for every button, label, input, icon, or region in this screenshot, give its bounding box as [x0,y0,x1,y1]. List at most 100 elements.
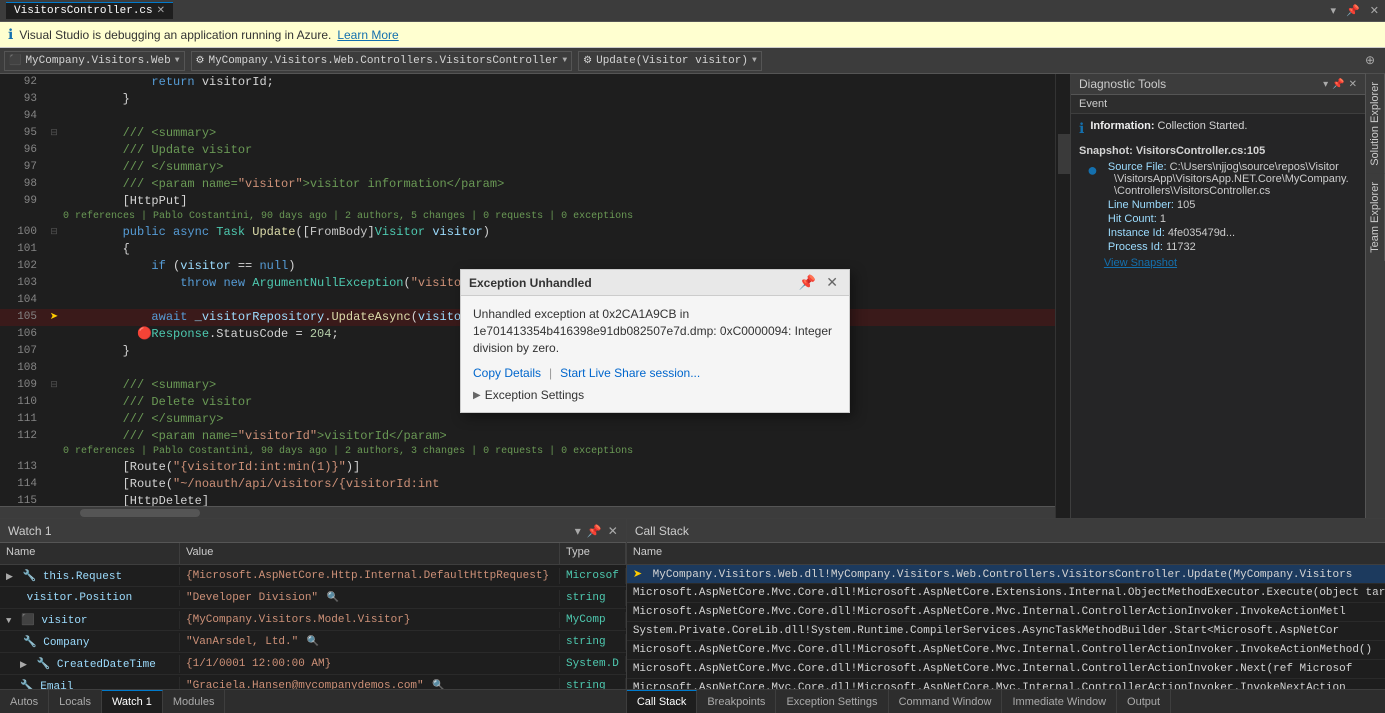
watch-type-visitor: MyComp [560,612,626,628]
watch-bottom-tabs: Autos Locals Watch 1 Modules [0,689,626,713]
tab-output[interactable]: Output [1117,690,1171,713]
exception-pin-button[interactable]: 📌 [796,274,819,291]
watch-value-email: "Graciela.Hansen@mycompanydemos.com" 🔍 [180,678,560,690]
code-line-111: 111 /// </summary> [0,411,1070,428]
method-icon: ⚙ [583,55,592,67]
code-line-94: 94 [0,108,1070,125]
cs-cell-name-4: Microsoft.AspNetCore.Mvc.Core.dll!Micros… [627,643,1385,657]
exception-settings-label: Exception Settings [485,388,584,402]
tab-options[interactable]: ✕ [157,5,165,17]
watch-name-email: 🔧 Email [0,677,180,690]
diag-close[interactable]: ✕ [1349,79,1357,90]
live-share-link[interactable]: Start Live Share session... [560,366,700,380]
exception-message: Unhandled exception at 0x2CA1A9CB in 1e7… [473,306,837,356]
cs-row-2: Microsoft.AspNetCore.Mvc.Core.dll!Micros… [627,603,1385,622]
magnify-company[interactable]: 🔍 [305,636,321,647]
cs-col-name: Name [627,543,1385,564]
panel-minimize[interactable]: ▾ [1331,4,1337,18]
exc-chevron-icon: ▶ [473,390,481,401]
tab-autos[interactable]: Autos [0,690,49,713]
tab-callstack[interactable]: Call Stack [627,690,698,713]
exception-settings-toggle[interactable]: ▶ Exception Settings [473,388,837,402]
info-message: Visual Studio is debugging an applicatio… [19,28,331,42]
process-id-field: Process Id: 11732 [1108,241,1349,253]
code-line-112: 112 /// <param name="visitorId">visitorI… [0,428,1070,445]
diagnostic-panel: Diagnostic Tools ▾ 📌 ✕ Event ℹ Informati… [1070,74,1365,518]
exception-close-button[interactable]: ✕ [823,274,841,291]
tab-breakpoints[interactable]: Breakpoints [697,690,776,713]
callstack-bottom-tabs: Call Stack Breakpoints Exception Setting… [627,689,1385,713]
minimap-thumb[interactable] [1058,134,1070,174]
controller-chevron: ▼ [562,56,567,65]
exception-popup: Exception Unhandled 📌 ✕ Unhandled except… [460,269,850,413]
method-selector[interactable]: ⚙ Update(Visitor visitor) ▼ [578,51,762,71]
line-number-field: Line Number: 105 [1108,199,1349,211]
learn-more-link[interactable]: Learn More [337,28,398,42]
magnify-position[interactable]: 🔍 [325,592,341,603]
callstack-header: Call Stack ▾ 📌 ✕ [627,519,1385,543]
cs-row-1: Microsoft.AspNetCore.Mvc.Core.dll!Micros… [627,584,1385,603]
source-file-field: Source File: C:\Users\njjog\source\repos… [1108,161,1349,197]
magnify-email[interactable]: 🔍 [430,680,446,690]
watch-type-createddatetime: System.D [560,656,626,672]
exception-header: Exception Unhandled 📌 ✕ [461,270,849,296]
team-explorer-tab[interactable]: Team Explorer [1366,174,1385,261]
snapshot-dot-row: ● Source File: C:\Users\njjog\source\rep… [1087,161,1357,269]
panel-pin[interactable]: 📌 [1346,4,1360,18]
watch-row-visitor: ▼ ⬛ visitor {MyCompany.Visitors.Model.Vi… [0,609,626,631]
code-line-99: 99 [HttpPut] [0,193,1070,210]
tab-command-window[interactable]: Command Window [889,690,1003,713]
watch-type-request: Microsof [560,568,626,584]
watch-name-company: 🔧 Company [0,633,180,651]
tab-watch1[interactable]: Watch 1 [102,690,163,713]
active-tab[interactable]: VisitorsController.cs ✕ [6,2,173,19]
exception-title: Exception Unhandled [469,276,592,290]
project-name: MyCompany.Visitors.Web [25,55,170,67]
bottom-panel: Watch 1 ▾ 📌 ✕ Name Value Type ▶ 🔧 this.R… [0,518,1385,713]
cs-row-4: Microsoft.AspNetCore.Mvc.Core.dll!Micros… [627,641,1385,660]
watch-value-createddatetime: {1/1/0001 12:00:00 AM} [180,656,560,672]
copy-details-link[interactable]: Copy Details [473,366,541,380]
h-scroll-thumb[interactable] [80,509,200,517]
view-snapshot-link[interactable]: View Snapshot [1104,257,1349,269]
watch-table: Name Value Type ▶ 🔧 this.Request {Micros… [0,543,626,689]
watch-panel-title: Watch 1 [8,524,52,538]
watch-value-visitor: {MyCompany.Visitors.Model.Visitor} [180,612,560,628]
watch-type-company: string [560,634,626,650]
solution-explorer-tab[interactable]: Solution Explorer [1366,74,1385,174]
info-icon: ℹ [8,26,13,43]
watch-row-position: visitor.Position "Developer Division" 🔍 … [0,587,626,609]
snapshot-dot-icon: ● [1087,161,1098,269]
watch-name-visitor: ▼ ⬛ visitor [0,611,180,629]
controller-selector[interactable]: ⚙ MyCompany.Visitors.Web.Controllers.Vis… [191,51,573,71]
project-chevron: ▼ [175,56,180,65]
diag-pin[interactable]: 📌 [1332,79,1344,90]
cs-cell-name-1: Microsoft.AspNetCore.Mvc.Core.dll!Micros… [627,586,1385,600]
watch-pin[interactable]: 📌 [587,524,602,538]
cs-cell-name-3: System.Private.CoreLib.dll!System.Runtim… [627,624,1385,638]
expand-button[interactable]: ⊕ [1365,53,1375,68]
code-editor[interactable]: 92 return visitorId; 93 } 94 95 ⊟ [0,74,1070,518]
snapshot-label: Snapshot: VisitorsController.cs:105 [1079,145,1265,157]
watch-col-value: Value [180,543,560,564]
diag-minimize[interactable]: ▾ [1323,79,1328,90]
watch-header: Name Value Type [0,543,626,565]
code-line-98: 98 /// <param name="visitor">visitor inf… [0,176,1070,193]
cs-row-0: ➤ MyCompany.Visitors.Web.dll!MyCompany.V… [627,565,1385,584]
watch-icon-visitor: ⬛ [21,615,35,627]
panel-close[interactable]: ✕ [1370,4,1379,18]
project-selector[interactable]: ⬛ MyCompany.Visitors.Web ▼ [4,51,185,71]
hit-count-field: Hit Count: 1 [1108,213,1349,225]
controller-name: MyCompany.Visitors.Web.Controllers.Visit… [208,55,558,67]
cs-cell-name-0: ➤ MyCompany.Visitors.Web.dll!MyCompany.V… [627,566,1385,582]
callstack-panel: Call Stack ▾ 📌 ✕ Name Lang ➤ MyCompany.V… [627,519,1385,713]
tab-modules[interactable]: Modules [163,690,226,713]
h-scrollbar[interactable] [0,506,1055,518]
exception-body: Unhandled exception at 0x2CA1A9CB in 1e7… [461,296,849,412]
tab-locals[interactable]: Locals [49,690,102,713]
tab-exception-settings[interactable]: Exception Settings [776,690,888,713]
watch-minimize[interactable]: ▾ [575,524,581,538]
watch-col-name: Name [0,543,180,564]
watch-close[interactable]: ✕ [608,524,618,538]
tab-immediate-window[interactable]: Immediate Window [1002,690,1117,713]
